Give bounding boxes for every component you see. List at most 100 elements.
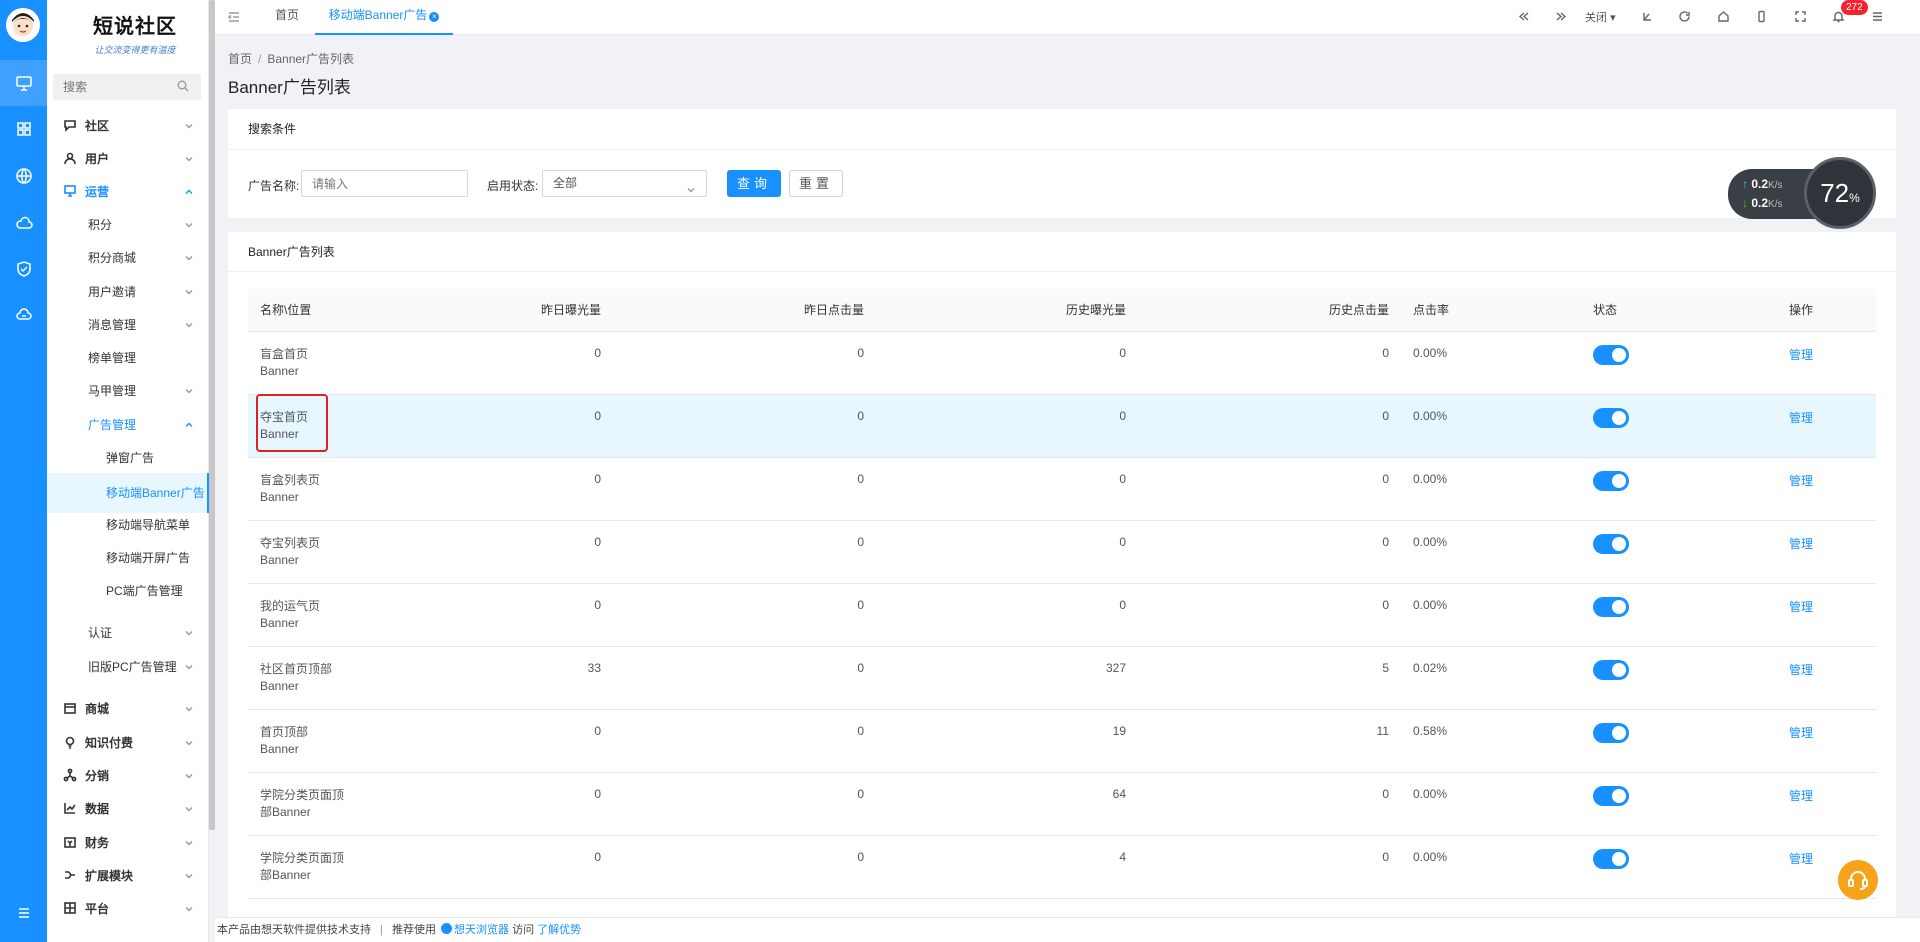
menu-item-community[interactable]: 社区 bbox=[47, 111, 209, 139]
menu-search[interactable] bbox=[53, 74, 201, 100]
table-row: 首页顶部 Banner 0 0 19 11 0.58% 管理 bbox=[248, 709, 1876, 773]
apps-icon[interactable] bbox=[0, 106, 47, 152]
manage-link[interactable]: 管理 bbox=[1789, 474, 1813, 488]
scroll-left-icon[interactable] bbox=[1515, 8, 1531, 24]
menu-item-operation[interactable]: 运营 bbox=[47, 177, 209, 205]
scroll-right-icon[interactable] bbox=[1553, 8, 1569, 24]
side-menu: 短说社区 让交流变得更有温度 社区 用户 运营 积分 积分商城 用户邀请 消息管… bbox=[47, 0, 209, 942]
avatar[interactable] bbox=[6, 8, 40, 42]
status-toggle[interactable] bbox=[1593, 659, 1629, 680]
menu-item-vest[interactable]: 马甲管理 bbox=[47, 376, 209, 404]
status-toggle[interactable] bbox=[1593, 848, 1629, 869]
reset-button[interactable]: 重置 bbox=[789, 170, 843, 197]
menu-item-mobile-nav[interactable]: 移动端导航菜单 bbox=[47, 510, 209, 538]
bulb-icon bbox=[63, 735, 77, 749]
menu-item-messages[interactable]: 消息管理 bbox=[47, 310, 209, 338]
menu-item-splash-ads[interactable]: 移动端开屏广告 bbox=[47, 543, 209, 571]
menu-item-distribution[interactable]: 分销 bbox=[47, 761, 209, 789]
status-toggle[interactable] bbox=[1593, 533, 1629, 554]
status-toggle[interactable] bbox=[1593, 596, 1629, 617]
menu-item-points-mall[interactable]: 积分商城 bbox=[47, 243, 209, 271]
status-select[interactable]: 全部 bbox=[542, 170, 707, 197]
query-button[interactable]: 查询 bbox=[727, 170, 781, 197]
tab-home[interactable]: 首页 bbox=[275, 0, 299, 35]
top-bar: 首页 移动端Banner广告 × 关闭 ▾ 272 bbox=[215, 0, 1920, 35]
globe-icon[interactable] bbox=[0, 153, 47, 199]
menu-item-verify[interactable]: 认证 bbox=[47, 618, 209, 646]
customer-service-icon[interactable] bbox=[1838, 860, 1878, 900]
menu-item-invite[interactable]: 用户邀请 bbox=[47, 277, 209, 305]
menu-label: PC端广告管理 bbox=[106, 583, 183, 598]
home-icon[interactable] bbox=[1715, 8, 1731, 24]
menu-item-user[interactable]: 用户 bbox=[47, 144, 209, 172]
menu-item-points[interactable]: 积分 bbox=[47, 210, 209, 238]
download-value: 0.2 bbox=[1751, 196, 1769, 210]
menu-search-input[interactable] bbox=[53, 74, 173, 100]
collapse-menu-icon[interactable] bbox=[227, 10, 241, 24]
arrow-up-icon: ↑ bbox=[1742, 177, 1748, 191]
manage-link[interactable]: 管理 bbox=[1789, 600, 1813, 614]
menu-item-legacy-pc-ads[interactable]: 旧版PC广告管理 bbox=[47, 652, 209, 680]
manage-link[interactable]: 管理 bbox=[1789, 537, 1813, 551]
chevron-down-icon bbox=[184, 837, 194, 847]
name-line-2: Banner bbox=[260, 489, 299, 504]
status-toggle[interactable] bbox=[1593, 470, 1629, 491]
manage-link[interactable]: 管理 bbox=[1789, 789, 1813, 803]
footer-browser-link[interactable]: 想天浏览器 bbox=[454, 924, 509, 936]
table-row: 学院分类页面顶 部Banner 0 0 64 0 0.00% 管理 bbox=[248, 772, 1876, 836]
name-line-1: 首页顶部 bbox=[260, 724, 309, 739]
manage-link[interactable]: 管理 bbox=[1789, 663, 1813, 677]
footer-learn-link[interactable]: 了解优势 bbox=[537, 924, 581, 936]
manage-link[interactable]: 管理 bbox=[1789, 852, 1813, 866]
mobile-icon[interactable] bbox=[1753, 8, 1769, 24]
menu-item-data[interactable]: 数据 bbox=[47, 794, 209, 822]
menu-toggle-icon[interactable] bbox=[0, 890, 47, 936]
menu-item-platform[interactable]: 平台 bbox=[47, 894, 209, 922]
menu-item-pc-ads[interactable]: PC端广告管理 bbox=[47, 576, 209, 604]
table-row: 夺宝首页 Banner 0 0 0 0 0.00% 管理 bbox=[248, 394, 1876, 458]
status-toggle[interactable] bbox=[1593, 785, 1629, 806]
menu-item-popup-ads[interactable]: 弹窗广告 bbox=[47, 443, 209, 471]
menu-item-mobile-banner[interactable]: 移动端Banner广告 bbox=[47, 473, 209, 513]
breadcrumb-home[interactable]: 首页 bbox=[228, 52, 252, 66]
col-yesterday-exposure: 昨日曝光量 bbox=[368, 289, 613, 332]
refresh-icon[interactable] bbox=[1676, 8, 1692, 24]
status-toggle[interactable] bbox=[1593, 722, 1629, 743]
col-yesterday-clicks: 昨日点击量 bbox=[613, 289, 876, 332]
name-cell: 首页顶部 Banner bbox=[248, 709, 368, 773]
menu-label: 运营 bbox=[85, 184, 110, 199]
tab-mobile-banner[interactable]: 移动端Banner广告 × bbox=[315, 0, 453, 35]
search-panel: 搜索条件 广告名称: 启用状态: 全部 查询 重置 bbox=[228, 109, 1896, 218]
table-row: 盲盒列表页 Banner 0 0 0 0 0.00% 管理 bbox=[248, 457, 1876, 521]
network-speed-widget[interactable]: ↑ 0.2K/s ↓ 0.2K/s 72% bbox=[1728, 157, 1896, 229]
menu-scrollbar[interactable] bbox=[209, 0, 215, 830]
close-tabs-dropdown[interactable]: 关闭 ▾ bbox=[1585, 9, 1616, 25]
manage-link[interactable]: 管理 bbox=[1789, 411, 1813, 425]
back-icon[interactable] bbox=[1638, 8, 1654, 24]
ad-name-input[interactable] bbox=[301, 170, 468, 197]
manage-link[interactable]: 管理 bbox=[1789, 348, 1813, 362]
yesterday-exposure-cell: 0 bbox=[368, 835, 613, 899]
menu-item-finance[interactable]: 财务 bbox=[47, 828, 209, 856]
menu-item-knowledge[interactable]: 知识付费 bbox=[47, 728, 209, 756]
chevron-down-icon bbox=[184, 627, 194, 637]
fullscreen-icon[interactable] bbox=[1792, 8, 1808, 24]
menu-item-shop[interactable]: 商城 bbox=[47, 694, 209, 722]
history-clicks-cell: 0 bbox=[1138, 520, 1401, 584]
menu-item-ads[interactable]: 广告管理 bbox=[47, 410, 209, 438]
manage-link[interactable]: 管理 bbox=[1789, 726, 1813, 740]
menu-item-rankings[interactable]: 榜单管理 bbox=[47, 343, 209, 371]
shield-icon[interactable] bbox=[0, 246, 47, 292]
yesterday-exposure-cell: 0 bbox=[368, 583, 613, 647]
chevron-down-icon bbox=[184, 385, 194, 395]
desktop-icon[interactable] bbox=[0, 60, 47, 106]
banner-list-title: Banner广告列表 bbox=[228, 232, 1896, 272]
close-tab-icon[interactable]: × bbox=[429, 12, 440, 22]
menu-item-extensions[interactable]: 扩展模块 bbox=[47, 861, 209, 889]
table-row: 学院分类页面顶 部Banner 0 0 4 0 0.00% 管理 bbox=[248, 835, 1876, 899]
more-menu-icon[interactable] bbox=[1869, 8, 1885, 24]
cloud-icon[interactable] bbox=[0, 200, 47, 246]
cloud-sync-icon[interactable] bbox=[0, 292, 47, 338]
status-toggle[interactable] bbox=[1593, 344, 1629, 365]
status-toggle[interactable] bbox=[1593, 407, 1629, 428]
